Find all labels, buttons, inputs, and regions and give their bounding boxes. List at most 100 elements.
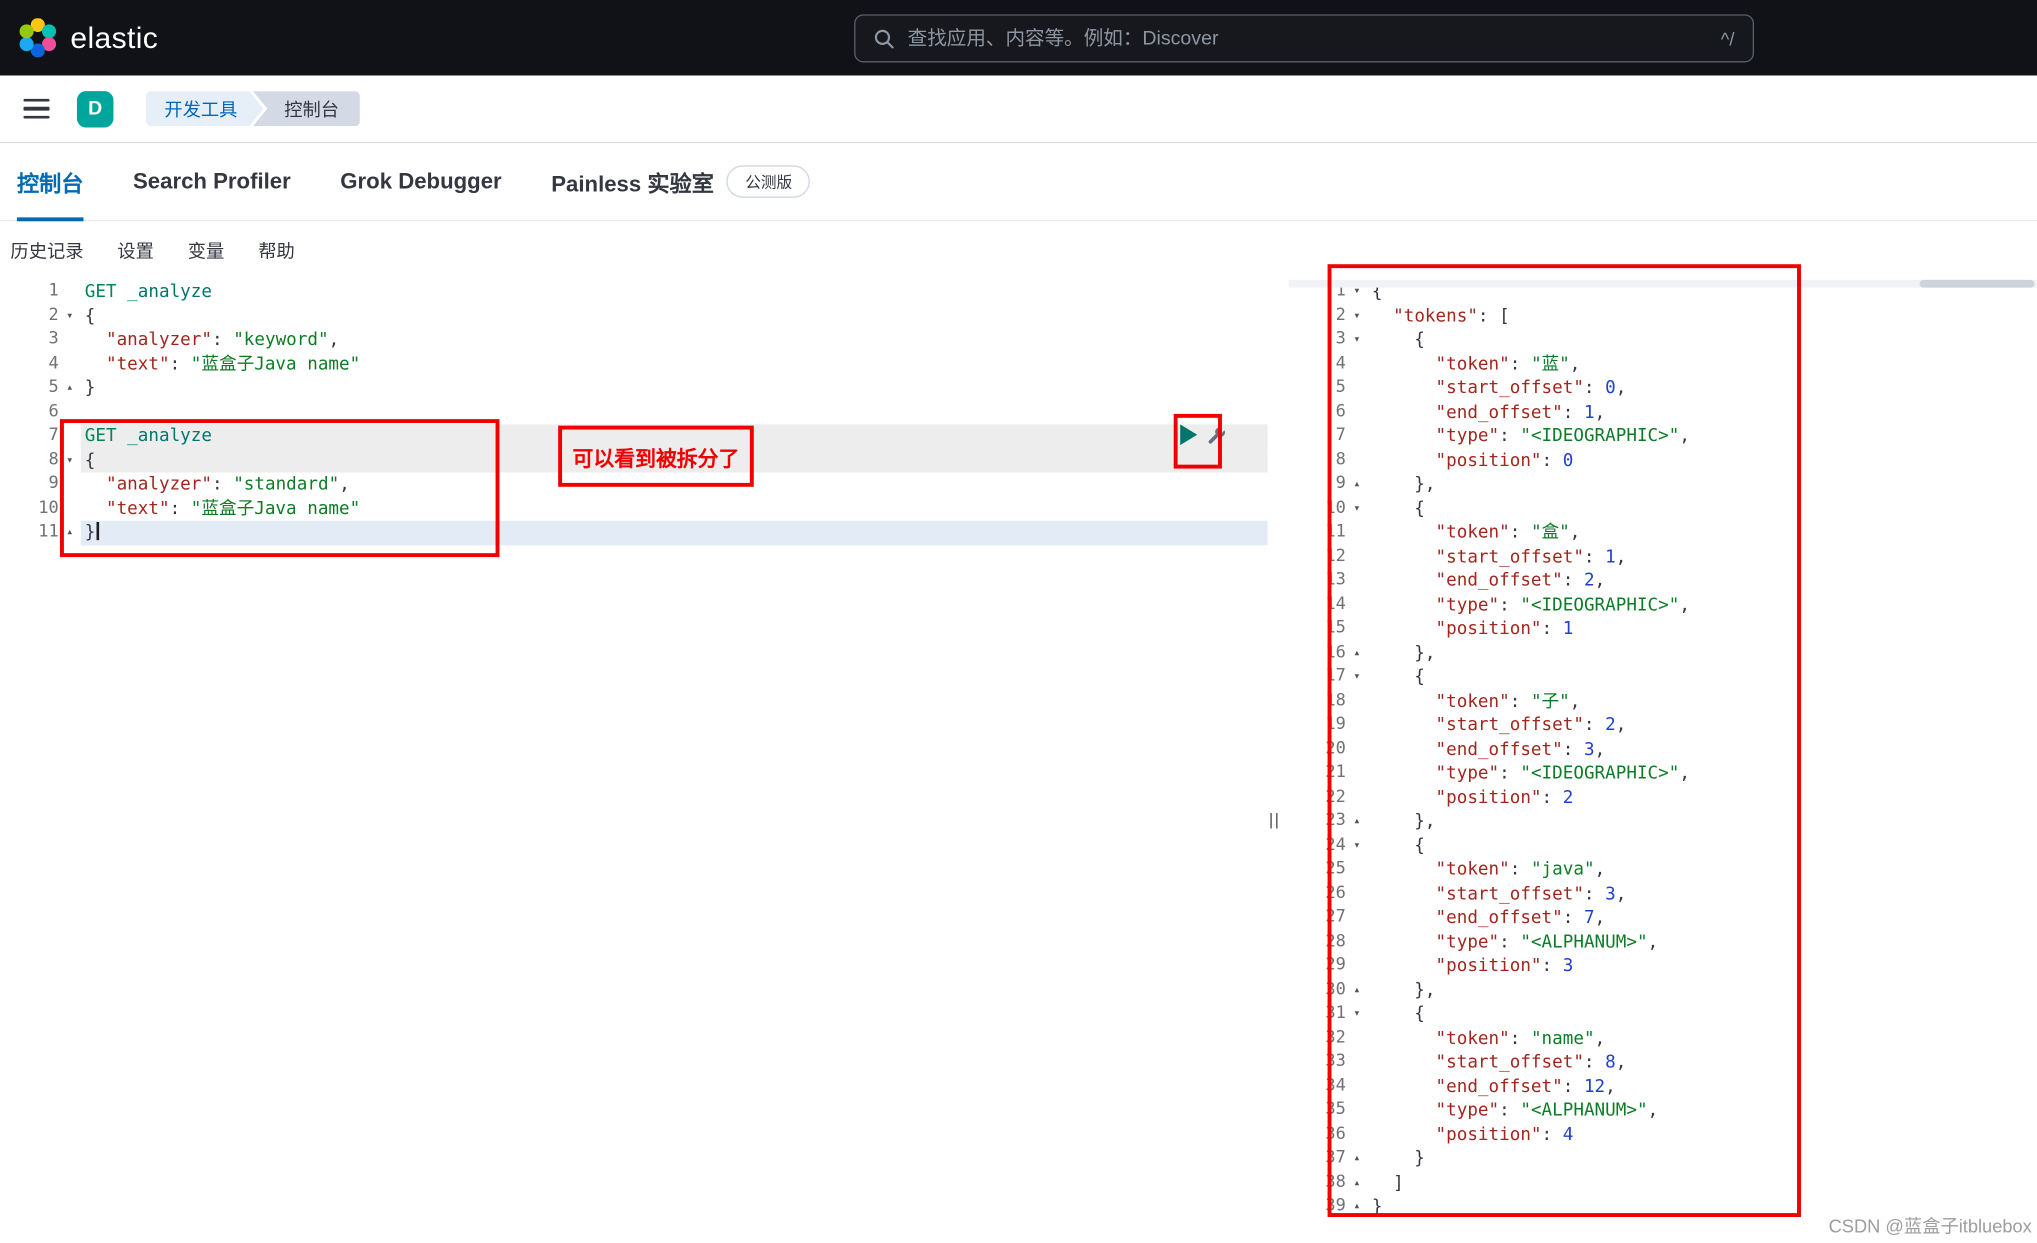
code-text: "analyzer": "keyword", [105,329,340,351]
code-line-10: 10 ▾ { [1288,497,2037,521]
fold-toggle-icon[interactable]: ▴ [59,521,81,545]
fold-toggle-icon[interactable]: ▾ [1346,665,1368,689]
tab-console[interactable]: 控制台 [16,143,84,222]
tab-grok-debugger[interactable]: Grok Debugger [340,143,501,220]
fold-gutter [1346,1050,1368,1074]
fold-toggle-icon[interactable]: ▾ [1346,304,1368,328]
send-request-button[interactable] [1180,424,1198,446]
code-text: "position": 4 [1435,1123,1574,1145]
fold-toggle-icon[interactable]: ▾ [1346,1002,1368,1026]
fold-toggle-icon[interactable]: ▾ [59,304,81,328]
code-line-7: 7 "type": "<IDEOGRAPHIC>", [1288,424,2037,448]
fold-toggle-icon[interactable]: ▾ [1346,834,1368,858]
fold-gutter [1346,400,1368,424]
fold-toggle-icon[interactable]: ▴ [1346,1171,1368,1195]
line-number: 19 [1325,714,1346,735]
code-text: { [1371,1003,1425,1025]
line-number: 34 [1325,1075,1346,1096]
fold-toggle-icon[interactable]: ▴ [1346,978,1368,1002]
code-line-35: 35 "type": "<ALPHANUM>", [1288,1099,2037,1123]
code-line-10: 10 "text": "蓝盒子Java name" [0,497,1268,521]
line-number: 6 [1335,401,1346,422]
menu-variables[interactable]: 变量 [188,238,225,264]
menu-icon[interactable] [23,98,50,119]
code-text: "text": "蓝盒子Java name" [105,353,361,375]
line-number: 24 [1325,834,1346,855]
code-text: "analyzer": "standard", [105,473,350,495]
line-number: 18 [1325,690,1346,711]
line-number: 39 [1325,1196,1346,1216]
code-line-26: 26 "start_offset": 3, [1288,882,2037,906]
code-text: }, [1371,473,1436,495]
fold-toggle-icon[interactable]: ▾ [1346,328,1368,352]
tab-painless-lab-label: Painless 实验室 [551,171,714,197]
panel-resize-handle[interactable]: || [1269,810,1280,830]
line-number: 20 [1325,738,1346,759]
fold-gutter [1346,521,1368,545]
line-number: 11 [1325,521,1346,542]
line-number: 12 [1325,546,1346,566]
code-text: "token": "name", [1435,1027,1606,1049]
line-number: 38 [1325,1172,1346,1192]
menu-help[interactable]: 帮助 [258,238,295,264]
line-number: 26 [1325,883,1346,903]
code-text: } [80,520,1268,545]
tab-painless-lab[interactable]: Painless 实验室 公测版 [551,143,811,220]
code-line-1: 1 GET _analyze [0,280,1268,304]
line-number: 5 [48,377,59,397]
code-line-12: 12 "start_offset": 1, [1288,545,2037,569]
fold-toggle-icon[interactable]: ▴ [1346,1195,1368,1219]
code-text: { [1371,834,1425,856]
fold-toggle-icon[interactable]: ▾ [1346,497,1368,521]
fold-gutter [1346,689,1368,713]
fold-gutter [59,497,81,521]
fold-gutter [1346,858,1368,882]
console-menu: 历史记录 设置 变量 帮助 [0,238,295,264]
line-number: 7 [48,425,59,446]
line-number: 3 [48,329,59,349]
line-number: 16 [1325,642,1346,662]
breadcrumb-console[interactable]: 控制台 [252,91,360,127]
tab-search-profiler[interactable]: Search Profiler [133,143,291,220]
elastic-logo-icon [19,18,57,58]
code-text: "position": 3 [1435,955,1574,977]
line-number: 36 [1325,1123,1346,1144]
line-number: 25 [1325,859,1346,879]
fold-gutter [1346,906,1368,930]
fold-toggle-icon[interactable]: ▴ [1346,1147,1368,1171]
code-text: }, [1371,810,1436,832]
space-avatar[interactable]: D [76,90,114,127]
code-text: GET _analyze [80,424,1268,449]
response-scrollbar[interactable] [1288,279,2037,288]
fold-gutter [1346,882,1368,906]
response-viewer[interactable]: 1 ▾{2 ▾ "tokens": [3 ▾ {4 "token": "蓝", 5 "s… [1288,280,2037,1219]
line-number: 3 [1335,329,1346,349]
request-editor[interactable]: 1 GET _analyze 2 ▾{3 "analyzer": "keyword",… [0,280,1268,545]
code-line-28: 28 "type": "<ALPHANUM>", [1288,930,2037,954]
global-search[interactable]: ^/ [854,14,1755,63]
fold-toggle-icon[interactable]: ▴ [59,376,81,400]
code-text: "token": "子", [1435,690,1581,712]
fold-toggle-icon[interactable]: ▾ [59,448,81,472]
wrench-icon[interactable] [1206,424,1227,445]
fold-gutter [1346,1026,1368,1050]
menu-settings[interactable]: 设置 [117,238,154,264]
global-search-input[interactable] [907,27,1708,50]
tab-search-profiler-label: Search Profiler [133,168,291,194]
fold-gutter [1346,1074,1368,1098]
code-line-15: 15 "position": 1 [1288,617,2037,641]
kibana-dev-tools-page: elastic ^/ D 开发工具 控制台 控制台 Search Profile… [0,0,2037,1243]
fold-toggle-icon[interactable]: ▴ [1346,641,1368,665]
code-line-25: 25 "token": "java", [1288,858,2037,882]
fold-toggle-icon[interactable]: ▴ [1346,472,1368,496]
code-line-9: 9 ▴ }, [1288,472,2037,496]
breadcrumb-dev-tools[interactable]: 开发工具 [146,91,263,126]
line-number: 13 [1325,570,1346,590]
code-text: "start_offset": 8, [1435,1051,1627,1073]
elastic-logo[interactable]: elastic [0,18,158,58]
response-scrollbar-thumb[interactable] [1919,279,2035,288]
fold-gutter [59,352,81,376]
menu-history[interactable]: 历史记录 [10,238,83,264]
line-number: 37 [1325,1148,1346,1168]
fold-toggle-icon[interactable]: ▴ [1346,810,1368,834]
